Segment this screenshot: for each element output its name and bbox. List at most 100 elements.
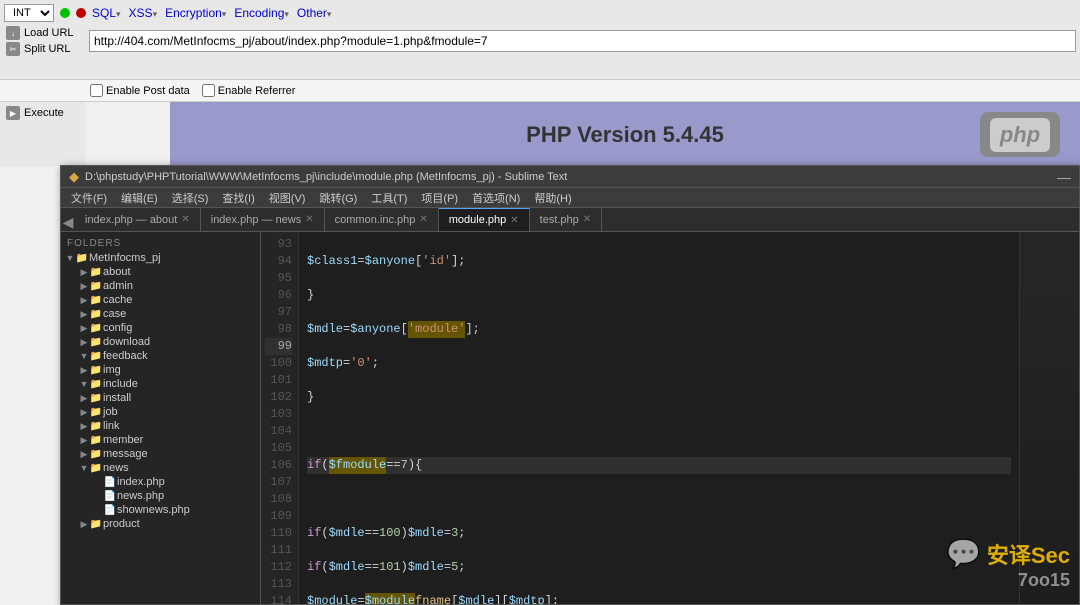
tab-label: index.php — about [85,214,177,226]
load-url-label: Load URL [24,27,74,39]
tree-item-case[interactable]: ▶ 📁 case [61,307,260,321]
folder-icon: 📁 [89,281,103,292]
folder-icon: 📁 [89,421,103,432]
other-menu[interactable]: Other [297,6,332,20]
tree-item-link[interactable]: ▶ 📁 link [61,419,260,433]
tree-file-index[interactable]: 📄 index.php [61,475,260,489]
menu-project[interactable]: 项目(P) [415,189,464,207]
code-line-100 [307,491,1011,508]
arrow-icon: ▶ [79,421,89,432]
menu-find[interactable]: 查找(I) [216,189,260,207]
menu-tools[interactable]: 工具(T) [365,189,413,207]
load-url-button[interactable]: ↓ Load URL [4,25,89,41]
arrow-icon: ▶ [79,365,89,376]
xss-menu[interactable]: XSS [129,6,158,20]
tree-file-news[interactable]: 📄 news.php [61,489,260,503]
tree-item-download[interactable]: ▶ 📁 download [61,335,260,349]
tab-test[interactable]: test.php ✕ [530,208,603,231]
tab-close-news[interactable]: ✕ [305,214,313,225]
folder-tree[interactable]: FOLDERS ▼ 📁 MetInfocms_pj ▶ 📁 about ▶ 📁 … [61,232,261,604]
toolbar-row1: INT SQL XSS Encryption Encoding Other [4,2,1076,24]
menu-help[interactable]: 帮助(H) [528,189,577,207]
folder-icon: 📁 [89,337,103,348]
line-numbers: 9394959697 9899100 101102103104105 10610… [261,232,299,604]
arrow-icon: ▼ [79,379,89,389]
folder-icon: 📁 [89,351,103,362]
top-toolbar: INT SQL XSS Encryption Encoding Other ↓ … [0,0,1080,80]
menu-preferences[interactable]: 首选项(N) [466,189,526,207]
dot-red-indicator [76,8,86,18]
split-url-button[interactable]: ✂ Split URL [4,41,89,57]
tree-item-install[interactable]: ▶ 📁 install [61,391,260,405]
menu-view[interactable]: 视图(V) [263,189,312,207]
tree-item-product[interactable]: ▶ 📁 product [61,517,260,531]
tab-index-about[interactable]: index.php — about ✕ [75,208,201,231]
arrow-icon: ▶ [79,519,89,530]
tab-module-active[interactable]: module.php ✕ [439,208,530,231]
code-line-98 [307,423,1011,440]
tree-item-config[interactable]: ▶ 📁 config [61,321,260,335]
tab-label: index.php — news [211,214,302,226]
tree-item-cache[interactable]: ▶ 📁 cache [61,293,260,307]
tree-item-about[interactable]: ▶ 📁 about [61,265,260,279]
code-line-93: $class1 = $anyone['id']; [307,253,1011,270]
menu-edit[interactable]: 编辑(E) [115,189,164,207]
menu-select[interactable]: 选择(S) [166,189,215,207]
tab-close-common[interactable]: ✕ [419,214,427,225]
tab-common[interactable]: common.inc.php ✕ [325,208,439,231]
tree-item-img[interactable]: ▶ 📁 img [61,363,260,377]
arrow-icon: ▼ [65,253,75,263]
enable-post-checkbox-label[interactable]: Enable Post data [90,84,190,97]
tree-item-job[interactable]: ▶ 📁 job [61,405,260,419]
tab-prev-button[interactable]: ◀ [61,214,75,231]
enable-referrer-checkbox[interactable] [202,84,215,97]
load-url-icon: ↓ [6,26,20,40]
encoding-menu[interactable]: Encoding [234,6,289,20]
tree-item-member[interactable]: ▶ 📁 member [61,433,260,447]
folder-icon: 📁 [89,323,103,334]
sublime-titlebar: ◆ D:\phpstudy\PHPTutorial\WWW\MetInfocms… [61,166,1079,188]
code-line-97: } [307,389,1011,406]
tab-close-test[interactable]: ✕ [583,214,591,225]
execute-button[interactable]: ▶ Execute [0,102,85,124]
toolbar-row2: ↓ Load URL ✂ Split URL [4,24,1076,58]
tab-close-module[interactable]: ✕ [510,215,518,226]
sql-menu[interactable]: SQL [92,6,121,20]
tab-close-about[interactable]: ✕ [181,214,189,225]
arrow-icon: ▶ [79,323,89,334]
toolbar-menu: SQL XSS Encryption Encoding Other [92,6,331,20]
tree-item-news[interactable]: ▼ 📁 news [61,461,260,475]
php-logo-text: php [990,118,1050,152]
code-editor[interactable]: 9394959697 9899100 101102103104105 10610… [261,232,1019,604]
code-line-96: $mdtp = '0'; [307,355,1011,372]
arrow-icon: ▶ [79,449,89,460]
tab-index-news[interactable]: index.php — news ✕ [201,208,325,231]
menu-goto[interactable]: 跳转(G) [313,189,363,207]
php-banner: PHP Version 5.4.45 php [170,102,1080,167]
folder-icon: 📁 [89,309,103,320]
enable-referrer-label: Enable Referrer [218,85,296,97]
file-icon: 📄 [103,491,117,502]
enable-referrer-checkbox-label[interactable]: Enable Referrer [202,84,296,97]
folder-icon: 📁 [89,407,103,418]
tree-item-include[interactable]: ▼ 📁 include [61,377,260,391]
sublime-window: ◆ D:\phpstudy\PHPTutorial\WWW\MetInfocms… [60,165,1080,605]
menu-file[interactable]: 文件(F) [65,189,113,207]
tree-item-feedback[interactable]: ▼ 📁 feedback [61,349,260,363]
encryption-menu[interactable]: Encryption [165,6,226,20]
split-url-icon: ✂ [6,42,20,56]
sublime-close-button[interactable]: — [1057,169,1071,185]
tree-item-admin[interactable]: ▶ 📁 admin [61,279,260,293]
tree-file-shownews[interactable]: 📄 shownews.php [61,503,260,517]
folder-icon: 📁 [89,295,103,306]
arrow-icon: ▶ [79,337,89,348]
enable-post-checkbox[interactable] [90,84,103,97]
url-input[interactable] [89,30,1076,52]
php-banner-area: ▶ Execute PHP Version 5.4.45 php [0,102,1080,167]
enable-post-label: Enable Post data [106,85,190,97]
checkbox-row: Enable Post data Enable Referrer [0,80,1080,102]
tree-item-root[interactable]: ▼ 📁 MetInfocms_pj [61,251,260,265]
code-content[interactable]: $class1 = $anyone['id']; } $mdle = $anyo… [299,232,1019,604]
int-select[interactable]: INT [4,4,54,22]
tree-item-message[interactable]: ▶ 📁 message [61,447,260,461]
